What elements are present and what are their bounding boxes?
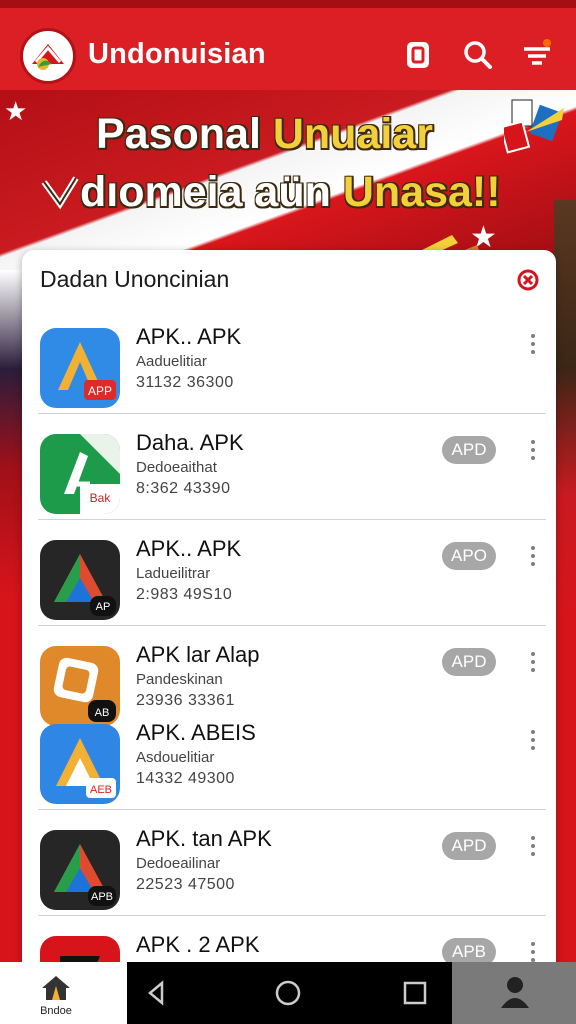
app-icon-label: Bak <box>90 491 112 505</box>
app-name: Daha. APK <box>136 430 244 455</box>
star-decoration: ★ <box>4 96 28 126</box>
back-icon[interactable] <box>142 978 172 1008</box>
app-subtitle: Ladueilitrar <box>136 565 211 582</box>
search-icon[interactable] <box>463 38 493 72</box>
app-icon: APP <box>40 328 120 408</box>
app-size: 8:362 43390 <box>136 480 231 497</box>
apk-badge[interactable]: APO <box>442 542 496 570</box>
app-icon: AEB <box>40 724 120 804</box>
bottom-navigation: Bndoe <box>0 962 576 1024</box>
app-subtitle: Pandeskinan <box>136 671 223 688</box>
more-options-icon[interactable] <box>526 730 540 758</box>
apk-badge[interactable]: APD <box>442 648 496 676</box>
document-icon[interactable] <box>403 38 433 72</box>
app-icon-label: AEB <box>90 784 112 796</box>
app-size: 31132 36300 <box>136 374 234 391</box>
check-shield-icon <box>41 176 79 210</box>
flags-decoration <box>504 99 564 154</box>
nav-profile-tab[interactable] <box>452 962 576 1024</box>
home-circle-icon[interactable] <box>273 978 303 1008</box>
app-name: APK lar Alap <box>136 642 260 667</box>
list-item[interactable]: AEB APK. ABEIS Asdouelitiar 14332 49300 <box>22 704 556 810</box>
more-options-icon[interactable] <box>526 652 540 680</box>
app-size: 22523 47500 <box>136 876 235 893</box>
app-name: APK. tan APK <box>136 826 272 851</box>
promo-banner[interactable]: ★ ★ Pasonal Unuaiar dıomeia aün Unasa!! <box>0 90 576 270</box>
list-item[interactable]: AP APK.. APK Ladueilitrar 2:983 49S10 AP… <box>22 520 556 626</box>
app-subtitle: Dedoeailinar <box>136 855 221 872</box>
app-icon: AP <box>40 540 120 620</box>
app-icon-label: AP <box>96 601 111 613</box>
app-size: 2:983 49S10 <box>136 586 233 603</box>
card-title: Dadan Unoncinian <box>40 266 230 292</box>
list-item[interactable]: Bak Daha. APK Dedoeaithat 8:362 43390 AP… <box>22 414 556 520</box>
banner-headline-line1: Pasonal Unuaiar <box>96 110 433 158</box>
app-name: APK . 2 APK <box>136 932 260 957</box>
app-name: APK.. APK <box>136 324 242 349</box>
close-icon[interactable] <box>516 268 540 292</box>
app-icon: Bak <box>40 434 120 514</box>
more-options-icon[interactable] <box>526 334 540 362</box>
profile-icon <box>501 977 529 1008</box>
app-name: APK.. APK <box>136 536 242 561</box>
apk-badge[interactable]: APD <box>442 832 496 860</box>
apk-badge[interactable]: APD <box>442 436 496 464</box>
nav-home-label: Bndoe <box>40 1005 72 1017</box>
background-portrait-right <box>554 200 576 620</box>
home-icon <box>42 976 70 1000</box>
notification-dot <box>543 39 551 47</box>
apk-list-card: Dadan Unoncinian APP APK.. APK Aadueliti… <box>22 250 556 990</box>
more-options-icon[interactable] <box>526 836 540 864</box>
app-title: Undonuisian <box>88 38 266 70</box>
logo-icon[interactable] <box>20 28 76 84</box>
background-flag-left <box>0 270 22 600</box>
app-subtitle: Aaduelitiar <box>136 353 207 370</box>
banner-headline-line2: dıomeia aün Unasa!! <box>40 168 501 217</box>
more-options-icon[interactable] <box>526 440 540 468</box>
list-item[interactable]: APB APK. tan APK Dedoeailinar 22523 4750… <box>22 810 556 916</box>
top-app-bar: Undonuisian <box>0 0 576 90</box>
app-subtitle: Dedoeaithat <box>136 459 217 476</box>
list-item[interactable]: APP APK.. APK Aaduelitiar 31132 36300 <box>22 308 556 414</box>
more-options-icon[interactable] <box>526 546 540 574</box>
app-icon: APB <box>40 830 120 910</box>
nav-home-tab[interactable]: Bndoe <box>0 962 127 1024</box>
app-icon-label: APP <box>88 384 112 398</box>
app-subtitle: Asdouelitiar <box>136 749 215 766</box>
app-size: 14332 49300 <box>136 770 235 787</box>
list-item[interactable]: AB APK lar Alap Pandeskinan 23936 33361 … <box>22 626 556 726</box>
app-name: APK. ABEIS <box>136 720 256 745</box>
app-icon-label: APB <box>91 891 113 903</box>
filter-menu-icon[interactable] <box>522 38 552 72</box>
recents-icon[interactable] <box>400 978 430 1008</box>
